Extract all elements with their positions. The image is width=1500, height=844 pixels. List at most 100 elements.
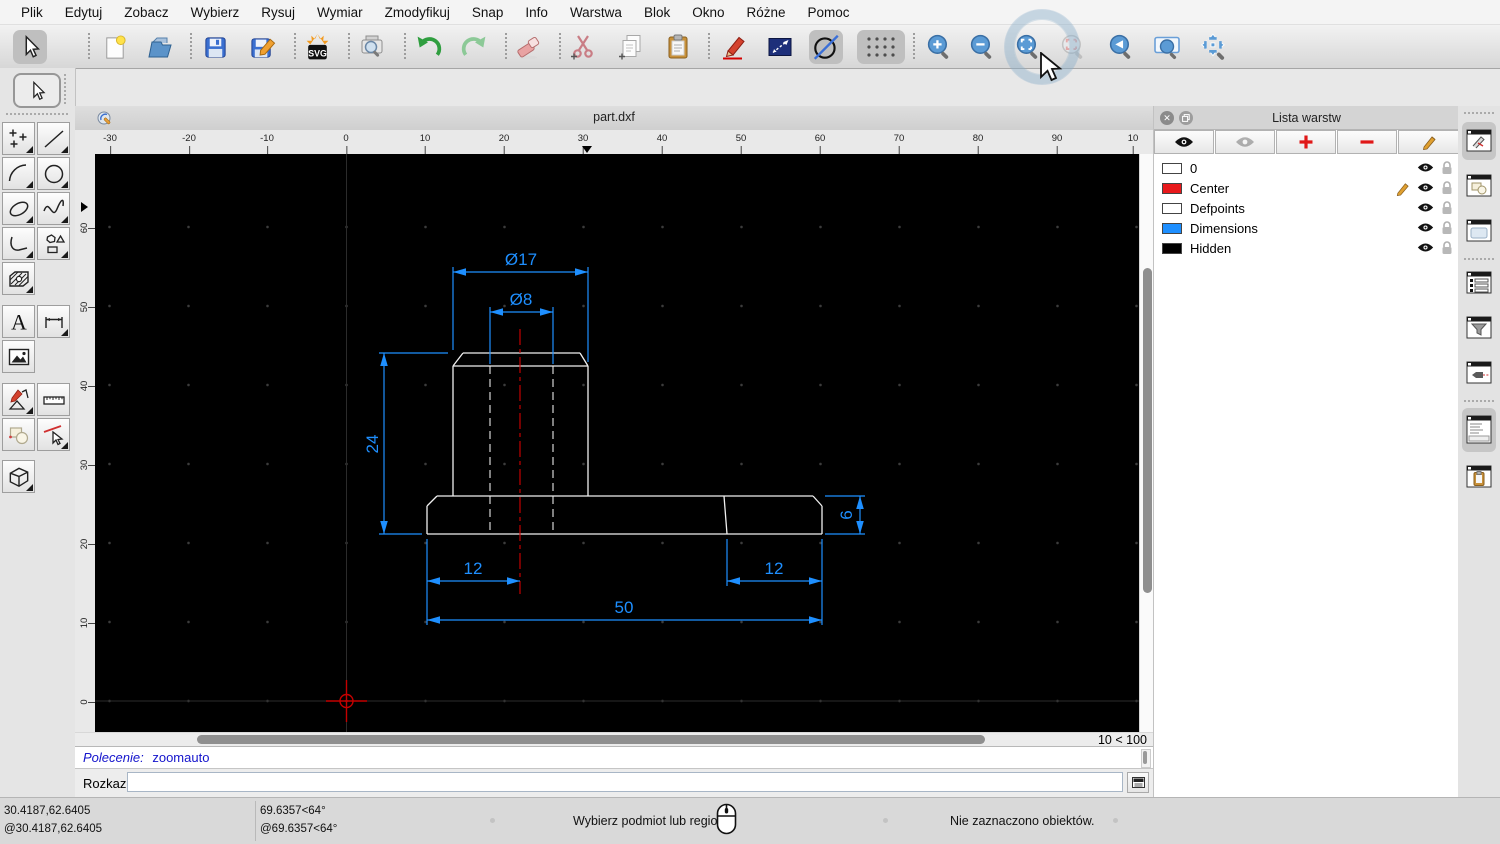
modify-tool-button[interactable] [2, 383, 35, 416]
splines-tool-button[interactable] [37, 192, 70, 225]
snap-grid-button[interactable] [857, 30, 905, 64]
open-folder-icon [146, 33, 174, 61]
layer-edit-button[interactable] [1398, 130, 1459, 154]
export-svg-button[interactable]: SVG [300, 30, 334, 64]
polylines-tool-button[interactable] [2, 227, 35, 260]
entity-pick-tool-button[interactable] [37, 418, 70, 451]
layer-lock-toggle[interactable] [1441, 161, 1453, 175]
menu-item-edytuj[interactable]: Edytuj [54, 5, 114, 20]
menu-item-snap[interactable]: Snap [461, 5, 515, 20]
zoom-auto-button[interactable] [1011, 30, 1045, 64]
menu-item-wymiar[interactable]: Wymiar [306, 5, 374, 20]
lines-tool-button[interactable] [37, 122, 70, 155]
layer-add-button[interactable] [1276, 130, 1336, 154]
layer-color-swatch[interactable] [1162, 223, 1182, 234]
selection-window-tool-button[interactable] [2, 418, 35, 451]
zoom-selection-button[interactable] [1056, 30, 1090, 64]
h-scrollbar-thumb[interactable] [197, 735, 985, 744]
open-file-button[interactable] [143, 30, 177, 64]
layer-lock-toggle[interactable] [1441, 241, 1453, 255]
menu-item-warstwa[interactable]: Warstwa [559, 5, 633, 20]
layers-hide-all-button[interactable] [1215, 130, 1275, 154]
menu-item-blok[interactable]: Blok [633, 5, 681, 20]
new-document-button[interactable] [97, 30, 131, 64]
command-widget-toggle[interactable] [1462, 408, 1496, 452]
menu-item-rozne[interactable]: Różne [736, 5, 797, 20]
menu-item-rysuj[interactable]: Rysuj [250, 5, 306, 20]
menu-item-pomoc[interactable]: Pomoc [797, 5, 861, 20]
zoom-in-button[interactable] [922, 30, 956, 64]
layer-row[interactable]: Hidden [1154, 239, 1459, 259]
layer-row[interactable]: Center [1154, 179, 1459, 199]
menu-item-info[interactable]: Info [514, 5, 559, 20]
layer-visibility-toggle[interactable] [1417, 222, 1434, 233]
layer-list-toggle[interactable] [1462, 264, 1496, 302]
layer-color-swatch[interactable] [1162, 163, 1182, 174]
pen-palette-toggle[interactable] [1462, 122, 1496, 160]
filter-toggle[interactable] [1462, 309, 1496, 347]
zoom-out-button[interactable] [965, 30, 999, 64]
layers-show-all-button[interactable] [1154, 130, 1214, 154]
snap-free-button[interactable] [809, 30, 843, 64]
hatch-tool-button[interactable] [2, 262, 35, 295]
edit-entity-button[interactable] [716, 30, 750, 64]
drawing-canvas[interactable]: Ø17 Ø8 24 12 12 50 6 [95, 154, 1139, 732]
preview-palette-toggle[interactable] [1462, 212, 1496, 250]
block-3d-tool-button[interactable] [2, 460, 35, 493]
select-arrow-button[interactable] [13, 30, 47, 64]
polygons-tool-button[interactable] [37, 227, 70, 260]
redo-button[interactable] [457, 30, 491, 64]
zoom-window-button[interactable] [1150, 30, 1184, 64]
right-dock-column [1458, 106, 1500, 797]
layer-color-swatch[interactable] [1162, 183, 1182, 194]
delete-button[interactable] [513, 30, 547, 64]
zoom-pan-button[interactable] [1197, 30, 1231, 64]
menu-item-zmodyfikuj[interactable]: Zmodyfikuj [374, 5, 461, 20]
arcs-tool-button[interactable] [2, 157, 35, 190]
save-as-button[interactable] [245, 30, 279, 64]
paste-button[interactable] [661, 30, 695, 64]
menu-item-zobacz[interactable]: Zobacz [113, 5, 179, 20]
layer-row[interactable]: 0 [1154, 159, 1459, 179]
circles-tool-button[interactable] [37, 157, 70, 190]
select-tool-button[interactable] [13, 73, 61, 108]
v-scrollbar-thumb[interactable] [1143, 268, 1152, 593]
menu-item-plik[interactable]: Plik [10, 5, 54, 20]
layer-remove-button[interactable] [1337, 130, 1397, 154]
layer-visibility-toggle[interactable] [1417, 162, 1434, 173]
shape-palette-toggle[interactable] [1462, 167, 1496, 205]
main-toolbar: SVG [0, 25, 1500, 69]
layer-row[interactable]: Dimensions [1154, 219, 1459, 239]
text-tool-button[interactable]: A [2, 305, 35, 338]
layer-lock-toggle[interactable] [1441, 201, 1453, 215]
command-scrollbar-thumb[interactable] [1143, 751, 1147, 764]
command-keyboard-button[interactable] [1127, 772, 1149, 793]
menu-item-okno[interactable]: Okno [681, 5, 735, 20]
measurement-toggle[interactable] [1462, 354, 1496, 392]
clipboard-toggle[interactable] [1462, 458, 1496, 496]
layer-lock-toggle[interactable] [1441, 181, 1453, 195]
dimensions-tool-button[interactable] [37, 305, 70, 338]
save-button[interactable] [198, 30, 232, 64]
save-icon [202, 34, 229, 61]
layer-color-swatch[interactable] [1162, 243, 1182, 254]
menu-item-wybierz[interactable]: Wybierz [180, 5, 251, 20]
image-tool-button[interactable] [2, 340, 35, 373]
undo-button[interactable] [411, 30, 445, 64]
copy-button[interactable] [614, 30, 648, 64]
print-preview-button[interactable] [355, 30, 389, 64]
layer-visibility-toggle[interactable] [1417, 242, 1434, 253]
layer-lock-toggle[interactable] [1441, 221, 1453, 235]
ellipses-tool-button[interactable] [2, 192, 35, 225]
layer-visibility-toggle[interactable] [1417, 202, 1434, 213]
zoom-previous-button[interactable] [1104, 30, 1138, 64]
cut-button[interactable] [566, 30, 600, 64]
command-input[interactable] [127, 772, 1123, 792]
points-tool-button[interactable] [2, 122, 35, 155]
measure-tool-button[interactable] [37, 383, 70, 416]
layer-color-swatch[interactable] [1162, 203, 1182, 214]
layer-visibility-toggle[interactable] [1417, 182, 1434, 193]
v-ruler-tick [88, 702, 95, 703]
snap-distance-button[interactable] [763, 30, 797, 64]
layer-row[interactable]: Defpoints [1154, 199, 1459, 219]
